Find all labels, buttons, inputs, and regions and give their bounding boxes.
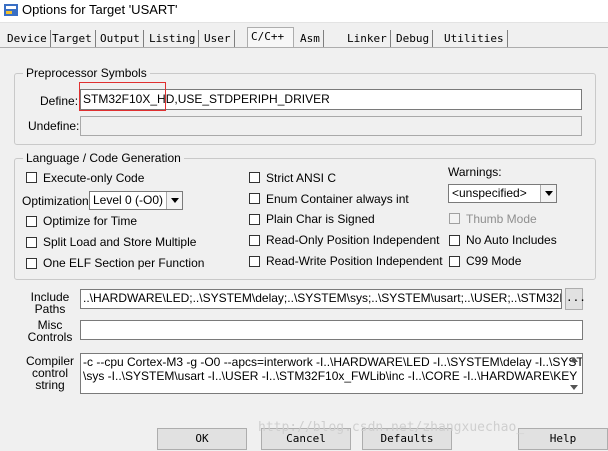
tab-debug[interactable]: Debug <box>393 30 434 47</box>
scroll-down-icon[interactable] <box>570 385 578 390</box>
undefine-field[interactable] <box>80 116 582 136</box>
compiler-control-label: Compiler control string <box>25 354 74 392</box>
tab-c-cpp[interactable]: C/C++ <box>247 27 294 48</box>
optimize-time-checkbox[interactable] <box>26 216 37 227</box>
scroll-up-icon[interactable] <box>570 357 578 362</box>
ro-pi-checkbox[interactable] <box>249 235 260 246</box>
optimization-label: Optimization: <box>22 194 93 208</box>
execute-only-checkbox[interactable] <box>26 172 37 183</box>
rw-pi-label: Read-Write Position Independent <box>266 254 443 268</box>
watermark-text: http://blog.csdn.net/zhangxuechao_ <box>258 420 525 435</box>
enum-container-checkbox[interactable] <box>249 193 260 204</box>
no-auto-includes-label: No Auto Includes <box>466 233 557 247</box>
tab-utilities[interactable]: Utilities <box>441 30 508 47</box>
include-paths-field[interactable]: ..\HARDWARE\LED;..\SYSTEM\delay;..\SYSTE… <box>80 289 562 309</box>
tab-listing[interactable]: Listing <box>146 30 200 47</box>
tab-device[interactable]: Device <box>4 30 51 47</box>
warnings-select[interactable]: <unspecified> <box>448 184 557 203</box>
tab-user[interactable]: User <box>201 30 235 47</box>
chevron-down-icon <box>540 185 556 202</box>
ro-pi-label: Read-Only Position Independent <box>266 233 440 247</box>
tab-output[interactable]: Output <box>97 30 144 47</box>
tab-target[interactable]: Target <box>49 30 96 47</box>
one-elf-label: One ELF Section per Function <box>43 256 205 270</box>
compiler-control-line-2: \sys -I..\SYSTEM\usart -I..\USER -I..\ST… <box>83 369 578 383</box>
one-elf-checkbox[interactable] <box>26 258 37 269</box>
annotation-highlight-box <box>79 82 166 111</box>
app-icon <box>4 4 18 16</box>
no-auto-includes-checkbox[interactable] <box>449 235 460 246</box>
optimization-value: Level 0 (-O0) <box>93 193 164 207</box>
misc-controls-label: Misc Controls <box>27 318 73 344</box>
optimization-select[interactable]: Level 0 (-O0) <box>89 191 183 210</box>
strict-ansi-checkbox[interactable] <box>249 172 260 183</box>
rw-pi-checkbox[interactable] <box>249 256 260 267</box>
c99-mode-label: C99 Mode <box>466 254 522 268</box>
chevron-down-icon <box>166 192 182 209</box>
warnings-label: Warnings: <box>448 165 502 179</box>
optimize-time-label: Optimize for Time <box>43 214 138 228</box>
define-label: Define: <box>40 94 79 108</box>
tab-divider <box>0 47 608 48</box>
compiler-control-line-1: -c --cpu Cortex-M3 -g -O0 --apcs=interwo… <box>83 355 583 369</box>
browse-include-paths-button[interactable]: ... <box>565 288 586 310</box>
split-load-checkbox[interactable] <box>26 237 37 248</box>
split-load-label: Split Load and Store Multiple <box>43 235 197 249</box>
strict-ansi-label: Strict ANSI C <box>266 171 337 185</box>
thumb-mode-checkbox[interactable] <box>449 213 460 224</box>
tab-asm[interactable]: Asm <box>297 30 324 47</box>
misc-controls-field[interactable] <box>80 320 583 340</box>
c99-mode-checkbox[interactable] <box>449 256 460 267</box>
thumb-mode-label: Thumb Mode <box>466 212 537 226</box>
include-paths-label: Include Paths <box>30 290 70 316</box>
ok-button[interactable]: OK <box>157 428 247 450</box>
preprocessor-group-title: Preprocessor Symbols <box>23 66 150 80</box>
language-group-title: Language / Code Generation <box>23 151 184 165</box>
help-button[interactable]: Help <box>518 428 608 450</box>
execute-only-label: Execute-only Code <box>43 171 145 185</box>
window-title: Options for Target 'USART' <box>22 2 178 17</box>
plain-char-checkbox[interactable] <box>249 214 260 225</box>
enum-container-label: Enum Container always int <box>266 192 409 206</box>
tab-linker[interactable]: Linker <box>344 30 391 47</box>
warnings-value: <unspecified> <box>452 186 527 200</box>
plain-char-label: Plain Char is Signed <box>266 212 375 226</box>
undefine-label: Undefine: <box>28 119 80 133</box>
compiler-control-textarea[interactable]: -c --cpu Cortex-M3 -g -O0 --apcs=interwo… <box>80 353 583 394</box>
